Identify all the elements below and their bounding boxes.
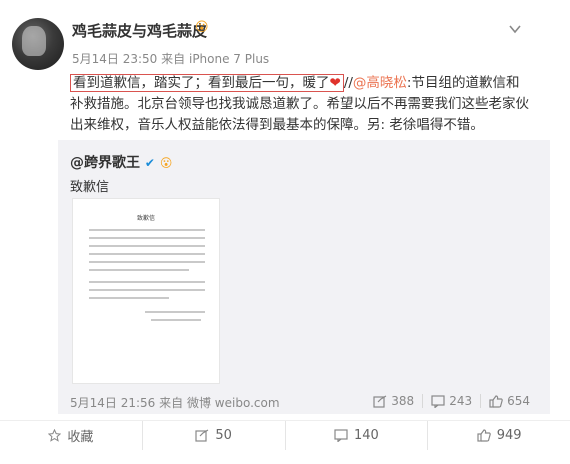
repost-source: 微博 weibo.com (186, 396, 280, 410)
repost-comment-button[interactable]: 243 (422, 394, 480, 408)
letter-line (89, 261, 205, 263)
source-prefix: 来自 (161, 52, 186, 66)
action-bar: 收藏 50 140 949 (0, 420, 570, 450)
letter-line (89, 269, 189, 271)
highlighted-text: 看到道歉信，踏实了；看到最后一句，暖了❤ (70, 74, 344, 92)
mention-link[interactable]: @高晓松 (353, 75, 407, 91)
comment-button[interactable]: 140 (284, 421, 428, 450)
like-button[interactable]: 949 (427, 421, 570, 450)
letter-line (89, 229, 205, 231)
forward-count: 50 (215, 428, 232, 443)
post-username[interactable]: 鸡毛蒜皮与鸡毛蒜皮 (72, 20, 207, 41)
repost-username[interactable]: @跨界歌王 (70, 155, 140, 171)
repost-card[interactable]: @跨界歌王 ✔ 😮 致歉信 致歉信 5月14日 21:56 来自 微博 weib… (58, 140, 550, 414)
avatar[interactable] (12, 18, 64, 70)
post-date[interactable]: 5月14日 23:50 (72, 52, 157, 66)
letter-line (89, 289, 205, 291)
thumbs-up-icon (477, 429, 491, 442)
repost-text: 致歉信 (70, 180, 110, 195)
favorite-label: 收藏 (67, 430, 94, 445)
letter-signature-line (145, 311, 205, 313)
comment-count: 140 (353, 428, 379, 443)
emoji-badge-icon: 😮 (159, 156, 173, 170)
repost-forward-button[interactable]: 388 (365, 394, 422, 408)
letter-date-line (151, 319, 201, 321)
forward-count: 388 (391, 394, 415, 408)
letter-line (89, 253, 205, 255)
repost-header: @跨界歌王 ✔ 😮 (70, 152, 172, 172)
letter-line (89, 281, 205, 283)
comment-count: 243 (449, 394, 473, 408)
star-icon (48, 429, 62, 442)
post-source: iPhone 7 Plus (188, 52, 270, 66)
letter-line (89, 245, 205, 247)
apology-letter-image[interactable]: 致歉信 (72, 198, 220, 384)
forward-button[interactable]: 50 (141, 421, 285, 450)
highlighted-text-content: 看到道歉信，踏实了；看到最后一句，暖了 (73, 75, 330, 91)
source-prefix: 来自 (159, 396, 184, 410)
comment-icon (334, 429, 348, 442)
repost-stats: 388 243 654 (365, 394, 538, 408)
thumbs-up-icon (489, 394, 503, 408)
repost-like-button[interactable]: 654 (480, 394, 538, 408)
forward-icon (195, 429, 209, 442)
like-count: 949 (496, 428, 522, 443)
heart-icon: ❤ (329, 75, 341, 91)
repost-meta: 5月14日 21:56 来自 微博 weibo.com (70, 394, 280, 411)
weibo-post: 鸡毛蒜皮与鸡毛蒜皮 😮 5月14日 23:50 来自 iPhone 7 Plus… (0, 0, 570, 464)
like-count: 654 (507, 394, 530, 408)
chevron-down-icon[interactable] (508, 22, 522, 36)
repost-date[interactable]: 5月14日 21:56 (70, 396, 155, 410)
text-separator: // (343, 75, 353, 91)
post-text: 看到道歉信，踏实了；看到最后一句，暖了❤//@高晓松:节目组的道歉信和补救措施。… (70, 73, 530, 136)
post-meta: 5月14日 23:50 来自 iPhone 7 Plus (72, 50, 269, 67)
letter-line (89, 237, 205, 239)
emoji-badge-icon: 😮 (195, 20, 209, 35)
favorite-button[interactable]: 收藏 (0, 421, 142, 450)
letter-title: 致歉信 (136, 215, 155, 222)
forward-icon (373, 394, 387, 408)
comment-icon (431, 394, 445, 408)
v-verified-icon: ✔ (144, 156, 155, 170)
letter-line (89, 297, 169, 299)
